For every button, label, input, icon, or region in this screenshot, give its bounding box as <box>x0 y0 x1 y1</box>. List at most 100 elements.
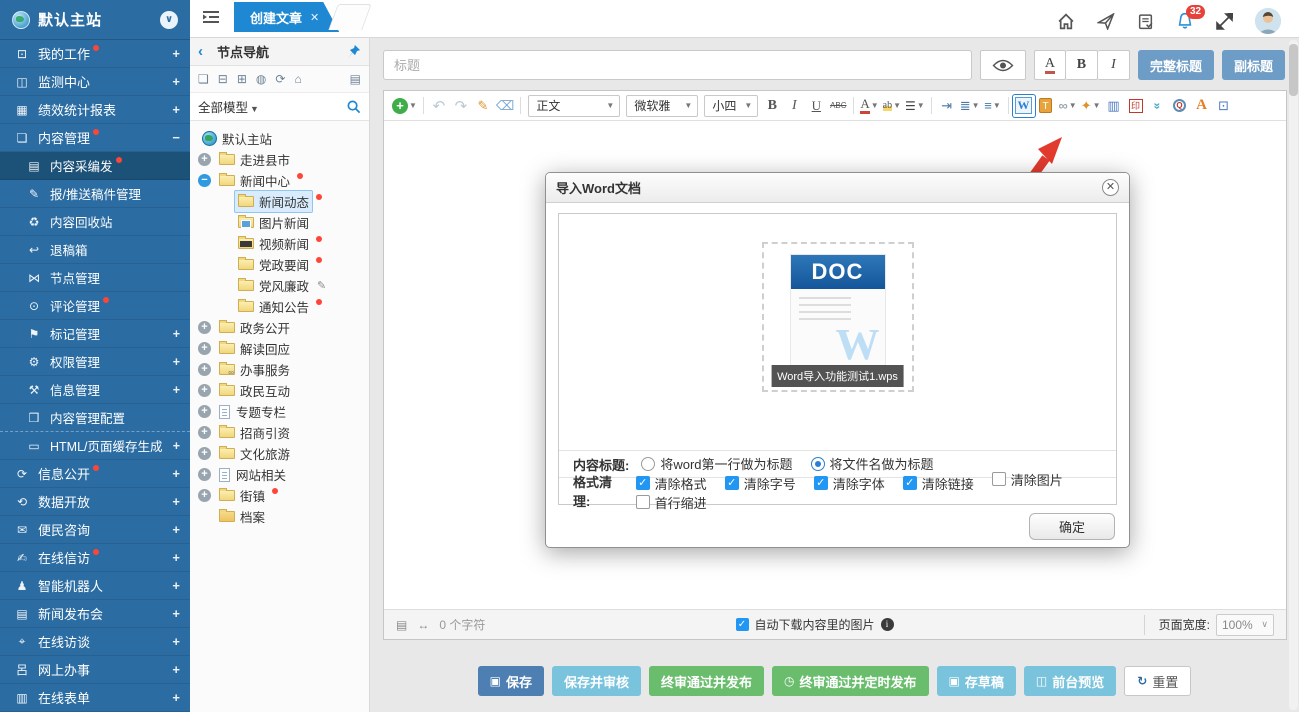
align-button[interactable]: ☰▼ <box>903 95 927 117</box>
panel-back-icon[interactable]: ‹ <box>198 44 203 59</box>
expand-node-icon[interactable]: + <box>198 447 211 460</box>
tree-node-streets-towns[interactable]: +街镇 <box>194 485 365 506</box>
checkbox-clean-option-6[interactable]: 首行缩进 <box>636 493 707 512</box>
tab-create-article[interactable]: 创建文章 ✕ <box>234 2 339 32</box>
radio-icon[interactable] <box>811 457 825 471</box>
checkbox-icon[interactable]: ✓ <box>725 476 739 490</box>
tree-node-culture-tourism[interactable]: +文化旅游 <box>194 443 365 464</box>
sidebar-item-online-services[interactable]: 呂网上办事+ <box>0 656 190 684</box>
expand-plus-icon[interactable]: + <box>172 662 180 677</box>
sidebar-item-data-open[interactable]: ⟲数据开放+ <box>0 488 190 516</box>
tree-node-video-news[interactable]: 视频新闻 <box>194 233 365 254</box>
format-brush-button[interactable]: ✎ <box>472 95 494 117</box>
expand-plus-icon[interactable]: + <box>172 578 180 593</box>
tree-node-archives[interactable]: 档案 <box>194 506 365 527</box>
sidebar-item-my-work[interactable]: ⊡我的工作+ <box>0 40 190 68</box>
expand-node-icon[interactable]: + <box>198 468 211 481</box>
tree-node-service-matters[interactable]: +办事服务 <box>194 359 365 380</box>
expand-plus-icon[interactable]: + <box>172 550 180 565</box>
sidebar-item-content-recycle[interactable]: ♻内容回收站 <box>0 208 190 236</box>
sidebar-item-citizen-consult[interactable]: ✉便民咨询+ <box>0 516 190 544</box>
resize-editor-icon[interactable]: ↔ <box>417 618 429 632</box>
sidebar-item-content-config[interactable]: ❒内容管理配置 <box>0 404 190 432</box>
pin-icon[interactable] <box>346 44 361 59</box>
expand-plus-icon[interactable]: + <box>172 46 180 61</box>
article-title-input[interactable] <box>383 50 972 80</box>
final-publish-button[interactable]: 终审通过并发布 <box>649 666 764 696</box>
expand-plus-icon[interactable]: + <box>172 494 180 509</box>
sidebar-item-content-editing[interactable]: ▤内容采编发 <box>0 152 190 180</box>
node-audit-icon[interactable]: ▤ <box>350 73 361 85</box>
final-publish-scheduled-button[interactable]: ◷终审通过并定时发布 <box>772 666 929 696</box>
tree-node-gov-disclosure[interactable]: +政务公开 <box>194 317 365 338</box>
expand-plus-icon[interactable]: + <box>173 439 180 453</box>
checkbox-icon[interactable] <box>992 472 1006 486</box>
model-filter-dropdown[interactable]: 全部模型▼ <box>198 97 259 116</box>
expand-node-icon[interactable]: + <box>198 405 211 418</box>
expand-plus-icon[interactable]: + <box>172 102 180 117</box>
full-title-button[interactable]: 完整标题 <box>1138 50 1214 80</box>
auto-download-checkbox[interactable]: ✓ <box>736 618 749 631</box>
expand-plus-icon[interactable]: + <box>173 383 180 397</box>
checkbox-clean-option-2[interactable]: ✓清除字号 <box>725 474 796 493</box>
audit-doc-icon[interactable] <box>1137 13 1154 30</box>
node-search-input[interactable] <box>263 99 342 115</box>
tree-node-party-conduct[interactable]: 党风廉政✎ <box>194 275 365 296</box>
insert-plus-button[interactable]: +▼ <box>390 95 419 117</box>
sidebar-item-content-management[interactable]: ❏内容管理− <box>0 124 190 152</box>
sidebar-item-online-petition[interactable]: ✍在线信访+ <box>0 544 190 572</box>
tree-node-news-center[interactable]: −新闻中心 <box>194 170 365 191</box>
main-scrollbar-thumb[interactable] <box>1289 44 1298 96</box>
tree-node-photo-news[interactable]: 图片新闻 <box>194 212 365 233</box>
bell-icon[interactable]: 32 <box>1176 12 1194 30</box>
copy-node-icon[interactable]: ❏ <box>198 73 209 85</box>
checkbox-clean-option-1[interactable]: ✓清除格式 <box>636 474 707 493</box>
expand-plus-icon[interactable]: + <box>172 606 180 621</box>
layout-columns-button[interactable]: ▥ <box>1103 95 1125 117</box>
more-chevron-button[interactable]: » <box>1147 95 1169 117</box>
checkbox-icon[interactable]: ✓ <box>636 476 650 490</box>
tree-node-interpretation-response[interactable]: +解读回应 <box>194 338 365 359</box>
expand-node-icon[interactable]: + <box>198 426 211 439</box>
collapse-node-icon[interactable]: − <box>198 174 211 187</box>
tree-node-gov-citizen-interaction[interactable]: +政民互动 <box>194 380 365 401</box>
user-avatar[interactable] <box>1255 8 1281 34</box>
front-preview-button[interactable]: ◫前台预览 <box>1024 666 1116 696</box>
search-icon[interactable] <box>346 99 361 114</box>
title-color-button[interactable]: A <box>1034 50 1066 80</box>
fullscreen-button[interactable]: ⊡ <box>1213 95 1235 117</box>
word-import-button[interactable]: W <box>1013 95 1035 117</box>
checkbox-clean-option-5[interactable]: 清除图片 <box>992 470 1063 489</box>
site-preview-icon[interactable]: ◍ <box>256 73 266 85</box>
sidebar-item-comment-management[interactable]: ⊙评论管理 <box>0 292 190 320</box>
expand-plus-icon[interactable]: + <box>172 466 180 481</box>
expand-plus-icon[interactable]: + <box>173 355 180 369</box>
expand-node-icon[interactable]: + <box>198 342 211 355</box>
font-family-select[interactable]: 微软雅▼ <box>626 95 698 117</box>
big-font-button[interactable]: A <box>1191 95 1213 117</box>
underline-button[interactable]: U <box>805 95 827 117</box>
sidebar-item-online-forms[interactable]: ▥在线表单+ <box>0 684 190 712</box>
redo-button[interactable]: ↷ <box>450 95 472 117</box>
checkbox-icon[interactable] <box>636 495 650 509</box>
undo-button[interactable]: ↶ <box>428 95 450 117</box>
sidebar-item-press-conference[interactable]: ▤新闻发布会+ <box>0 600 190 628</box>
tree-node-special-topics[interactable]: +专题专栏 <box>194 401 365 422</box>
sidebar-item-permission-management[interactable]: ⚙权限管理+ <box>0 348 190 376</box>
checkbox-icon[interactable]: ✓ <box>814 476 828 490</box>
home-page-icon[interactable]: ⌂ <box>294 73 301 85</box>
file-dropzone[interactable]: DOC W Word导入功能测试1.wps <box>762 242 914 392</box>
quick-send-icon[interactable] <box>1097 13 1115 30</box>
sidebar-item-node-management[interactable]: ⋈节点管理 <box>0 264 190 292</box>
tree-node-party-gov-news[interactable]: 党政要闻 <box>194 254 365 275</box>
expand-node-icon[interactable]: + <box>198 321 211 334</box>
confirm-button[interactable]: 确定 <box>1029 513 1115 540</box>
collapse-minus-icon[interactable]: − <box>172 130 180 145</box>
site-switcher-chevron-icon[interactable]: ∨ <box>160 11 178 29</box>
expand-plus-icon[interactable]: + <box>172 74 180 89</box>
link-button[interactable]: ∞▼ <box>1057 95 1079 117</box>
tree-node-root-site[interactable]: 默认主站 <box>194 128 365 149</box>
unordered-list-button[interactable]: ≡▼ <box>982 95 1004 117</box>
doc-generate-icon[interactable]: ⟳ <box>275 73 285 85</box>
ordered-list-button[interactable]: ≣▼ <box>958 95 982 117</box>
